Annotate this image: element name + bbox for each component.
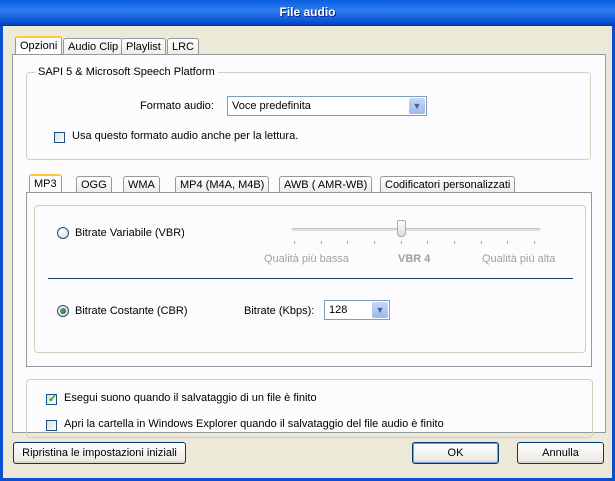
tab-mp3[interactable]: MP3	[29, 174, 62, 194]
slider-tick	[427, 241, 428, 244]
bitrate-select-value: 128	[329, 304, 348, 316]
title-bar[interactable]: File audio	[0, 0, 615, 26]
sapi-group-title: SAPI 5 & Microsoft Speech Platform	[35, 66, 218, 78]
use-for-reading-label: Usa questo formato audio anche per la le…	[72, 130, 299, 142]
slider-value-label: VBR 4	[398, 253, 431, 265]
separator	[48, 278, 573, 279]
reset-button[interactable]: Ripristina le impostazioni iniziali	[13, 442, 186, 464]
options-panel: SAPI 5 & Microsoft Speech Platform Forma…	[12, 54, 606, 438]
bitrate-label: Bitrate (Kbps):	[244, 305, 315, 317]
format-select[interactable]: Voce predefinita ▼	[227, 96, 427, 116]
mp3-group: Bitrate Variabile (VBR) Qualità più bass…	[34, 205, 586, 353]
slider-tick	[347, 241, 348, 244]
window-title: File audio	[279, 5, 336, 19]
tab-opzioni[interactable]: Opzioni	[15, 36, 63, 56]
slider-tick	[534, 241, 535, 244]
cbr-label: Bitrate Costante (CBR)	[75, 305, 188, 317]
cancel-button[interactable]: Annulla	[517, 442, 604, 464]
play-sound-label: Esegui suono quando il salvataggio di un…	[64, 392, 317, 404]
vbr-radio[interactable]	[57, 227, 69, 239]
format-label: Formato audio:	[140, 100, 214, 112]
slider-high-label: Qualità più alta	[482, 253, 556, 265]
chevron-down-icon[interactable]: ▼	[372, 302, 388, 318]
vbr-label: Bitrate Variabile (VBR)	[75, 227, 185, 239]
sapi-group: SAPI 5 & Microsoft Speech Platform Forma…	[26, 66, 591, 160]
tab-custom-encoders[interactable]: Codificatori personalizzati	[380, 176, 516, 193]
slider-track	[292, 228, 540, 231]
after-save-group: ✓ Esegui suono quando il salvataggio di …	[26, 379, 593, 438]
bitrate-select[interactable]: 128 ▼	[324, 300, 390, 320]
slider-low-label: Qualità più bassa	[264, 253, 349, 265]
slider-thumb[interactable]	[397, 220, 406, 237]
dialog-body: Opzioni Audio Clip Playlist LRC SAPI 5 &…	[0, 26, 615, 481]
slider-tick	[294, 241, 295, 244]
tab-ogg[interactable]: OGG	[76, 176, 112, 193]
tab-lrc[interactable]: LRC	[167, 38, 200, 55]
tab-mp4[interactable]: MP4 (M4A, M4B)	[175, 176, 270, 193]
use-for-reading-checkbox[interactable]	[54, 132, 65, 143]
tab-wma[interactable]: WMA	[123, 176, 160, 193]
slider-tick	[481, 241, 482, 244]
format-select-value: Voce predefinita	[232, 100, 311, 112]
ok-button[interactable]: OK	[412, 442, 499, 464]
slider-tick	[454, 241, 455, 244]
cbr-radio[interactable]	[57, 305, 69, 317]
tab-playlist[interactable]: Playlist	[121, 38, 166, 55]
open-folder-checkbox[interactable]	[46, 420, 57, 431]
slider-tick	[321, 241, 322, 244]
slider-tick	[374, 241, 375, 244]
quality-slider[interactable]	[292, 216, 542, 246]
slider-tick	[401, 241, 402, 244]
open-folder-label: Apri la cartella in Windows Explorer qua…	[64, 418, 444, 430]
tab-awb[interactable]: AWB ( AMR-WB)	[279, 176, 373, 193]
tab-audio-clip[interactable]: Audio Clip	[63, 38, 124, 55]
chevron-down-icon[interactable]: ▼	[409, 98, 425, 114]
slider-tick	[507, 241, 508, 244]
play-sound-checkbox[interactable]: ✓	[46, 393, 57, 405]
mp3-panel: Bitrate Variabile (VBR) Qualità più bass…	[26, 192, 592, 367]
